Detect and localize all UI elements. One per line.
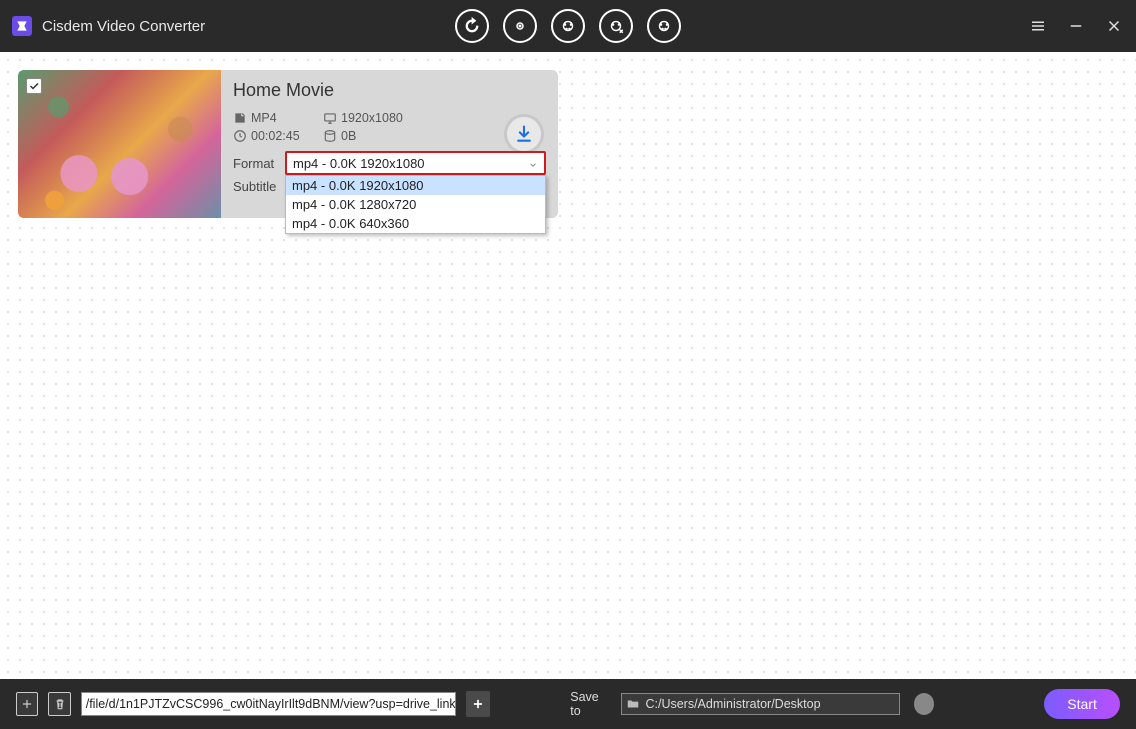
container-value: MP4 <box>251 111 277 125</box>
format-dropdown: mp4 - 0.0K 1920x1080 mp4 - 0.0K 1280x720… <box>285 175 546 234</box>
download-button[interactable] <box>504 114 544 154</box>
duration-value: 00:02:45 <box>251 129 300 143</box>
bottombar: /file/d/1n1PJTZvCSC996_cw0itNayIrIlt9dBN… <box>0 679 1136 729</box>
app-logo-icon <box>12 16 32 36</box>
format-label: Format <box>233 156 285 171</box>
format-option[interactable]: mp4 - 0.0K 1920x1080 <box>286 176 545 195</box>
main-area: Home Movie MP4 1920x1080 00:02:45 0B <box>0 52 1136 679</box>
download-mode-icon[interactable] <box>503 9 537 43</box>
disk-icon <box>233 111 247 125</box>
video-card: Home Movie MP4 1920x1080 00:02:45 0B <box>18 70 558 218</box>
storage-icon <box>323 129 337 143</box>
convert-mode-icon[interactable] <box>455 9 489 43</box>
add-url-button[interactable] <box>466 691 490 717</box>
chevron-down-icon <box>528 158 538 168</box>
subtitle-label: Subtitle <box>233 179 285 194</box>
clock-icon <box>233 129 247 143</box>
mode-toolbar <box>455 9 681 43</box>
delete-button[interactable] <box>48 692 70 716</box>
container-meta: MP4 <box>233 111 323 125</box>
video-thumbnail[interactable] <box>18 70 221 218</box>
format-selected-value: mp4 - 0.0K 1920x1080 <box>293 156 425 171</box>
format-select[interactable]: mp4 - 0.0K 1920x1080 <box>285 151 546 175</box>
url-input[interactable]: /file/d/1n1PJTZvCSC996_cw0itNayIrIlt9dBN… <box>81 692 456 716</box>
save-path-box[interactable]: C:/Users/Administrator/Desktop <box>621 693 899 715</box>
monitor-icon <box>323 111 337 125</box>
folder-icon <box>626 697 640 711</box>
rip-mode-icon[interactable] <box>599 9 633 43</box>
add-file-button[interactable] <box>16 692 38 716</box>
save-path-value: C:/Users/Administrator/Desktop <box>645 697 820 711</box>
select-checkbox[interactable] <box>26 78 42 94</box>
format-option[interactable]: mp4 - 0.0K 640x360 <box>286 214 545 233</box>
close-icon[interactable] <box>1104 16 1124 36</box>
hamburger-menu-icon[interactable] <box>1028 16 1048 36</box>
titlebar: Cisdem Video Converter <box>0 0 1136 52</box>
format-row: Format mp4 - 0.0K 1920x1080 mp4 - 0.0K 1… <box>233 151 546 175</box>
saveto-label: Save to <box>570 690 609 718</box>
burn-mode-icon[interactable] <box>647 9 681 43</box>
video-title: Home Movie <box>233 80 546 101</box>
duration-meta: 00:02:45 <box>233 129 323 143</box>
app-title: Cisdem Video Converter <box>42 18 205 35</box>
open-folder-button[interactable] <box>914 693 934 715</box>
minimize-icon[interactable] <box>1066 16 1086 36</box>
size-value: 0B <box>341 129 356 143</box>
start-button[interactable]: Start <box>1044 689 1120 719</box>
format-option[interactable]: mp4 - 0.0K 1280x720 <box>286 195 545 214</box>
resolution-value: 1920x1080 <box>341 111 403 125</box>
edit-mode-icon[interactable] <box>551 9 585 43</box>
